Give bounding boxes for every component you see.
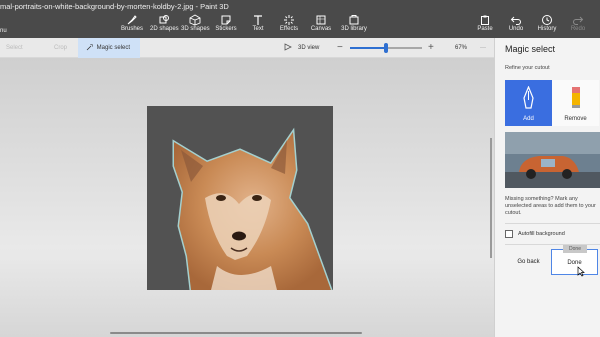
3d-shapes-tool[interactable]: 3D shapes [181,14,210,36]
undo-button[interactable]: Undo [507,14,525,36]
stickers-tool[interactable]: Stickers [214,14,238,36]
magic-select-label: Magic select [96,45,131,51]
redo-button[interactable]: Redo [569,14,587,36]
fox-cutout [172,127,333,290]
redo-label: Redo [570,26,586,32]
remove-button[interactable]: Remove [552,80,599,126]
canvas-tool[interactable]: Canvas [310,14,332,36]
vertical-scrollbar[interactable] [490,138,492,258]
fox-image[interactable] [147,106,333,290]
mouse-cursor-icon [577,266,585,279]
paste-label: Paste [477,26,493,32]
zoom-in-button[interactable]: + [428,38,434,58]
3d-view-icon [284,38,292,58]
panel-title: Magic select [505,44,556,54]
history-icon [536,14,558,26]
window-title: mal-portraits-on-white-background-by-mor… [0,2,229,11]
2d-shapes-label: 2D shapes [150,26,179,32]
zoom-out-button[interactable]: − [337,38,343,58]
add-button[interactable]: Add [505,80,552,126]
paste-button[interactable]: Paste [476,14,494,36]
canvas-label: Canvas [310,26,332,32]
select-tool[interactable]: Select [6,38,23,58]
checkbox-box[interactable] [505,230,513,238]
text-icon [250,14,266,26]
divider [505,223,600,224]
history-label: History [537,26,557,32]
hint-text: Missing something? Mark any unselected a… [505,196,596,216]
effects-icon [279,14,299,26]
remove-label: Remove [564,116,587,122]
brush-icon [121,14,143,26]
zoom-slider-fill [350,47,386,49]
add-label: Add [523,116,534,122]
brushes-label: Brushes [121,26,144,32]
stickers-icon [214,14,238,26]
canvas-icon [310,14,332,26]
3d-view-toggle[interactable]: 3D view [298,38,319,58]
3d-shapes-icon [181,14,209,26]
zoom-value: 67% [455,45,468,51]
menu-label: nu [0,28,7,34]
pen-icon [521,85,536,112]
2d-shapes-tool[interactable]: 2D shapes [150,14,179,36]
brushes-tool[interactable]: Brushes [121,14,143,36]
selection-toolbar: Select Crop Magic select 3D view − + 67%… [0,38,494,58]
crop-tool[interactable]: Crop [54,38,67,58]
undo-label: Undo [508,26,524,32]
undo-icon [507,14,525,26]
3d-library-tool[interactable]: 3D library [340,14,368,36]
eraser-icon [569,86,583,112]
redo-icon [569,14,587,26]
workspace[interactable] [0,58,494,337]
autofill-label: Autofill background [518,231,565,237]
history-button[interactable]: History [536,14,558,36]
magic-select-tool[interactable]: Magic select [78,38,140,58]
title-bar: mal-portraits-on-white-background-by-mor… [0,0,600,38]
horizontal-scrollbar[interactable] [110,332,362,334]
go-back-button[interactable]: Go back [505,249,552,275]
3d-shapes-label: 3D shapes [181,26,210,32]
2d-shapes-icon [150,14,178,26]
magic-select-icon [86,38,95,58]
magic-select-panel: Magic select Refine your cutout Add Remo… [494,38,600,337]
text-label: Text [252,26,264,32]
stickers-label: Stickers [215,26,237,32]
panel-subtitle: Refine your cutout [505,65,550,71]
effects-tool[interactable]: Effects [279,14,299,36]
menu-button[interactable]: nu [0,16,10,36]
paste-icon [476,14,494,26]
3d-library-label: 3D library [341,26,367,32]
3d-library-icon [340,14,368,26]
text-tool[interactable]: Text [250,14,266,36]
zoom-slider-thumb[interactable] [384,43,388,53]
done-tooltip: Done [563,245,587,253]
example-preview-image [505,132,600,188]
more-options-button[interactable]: ··· [480,38,486,58]
effects-label: Effects [279,26,299,32]
